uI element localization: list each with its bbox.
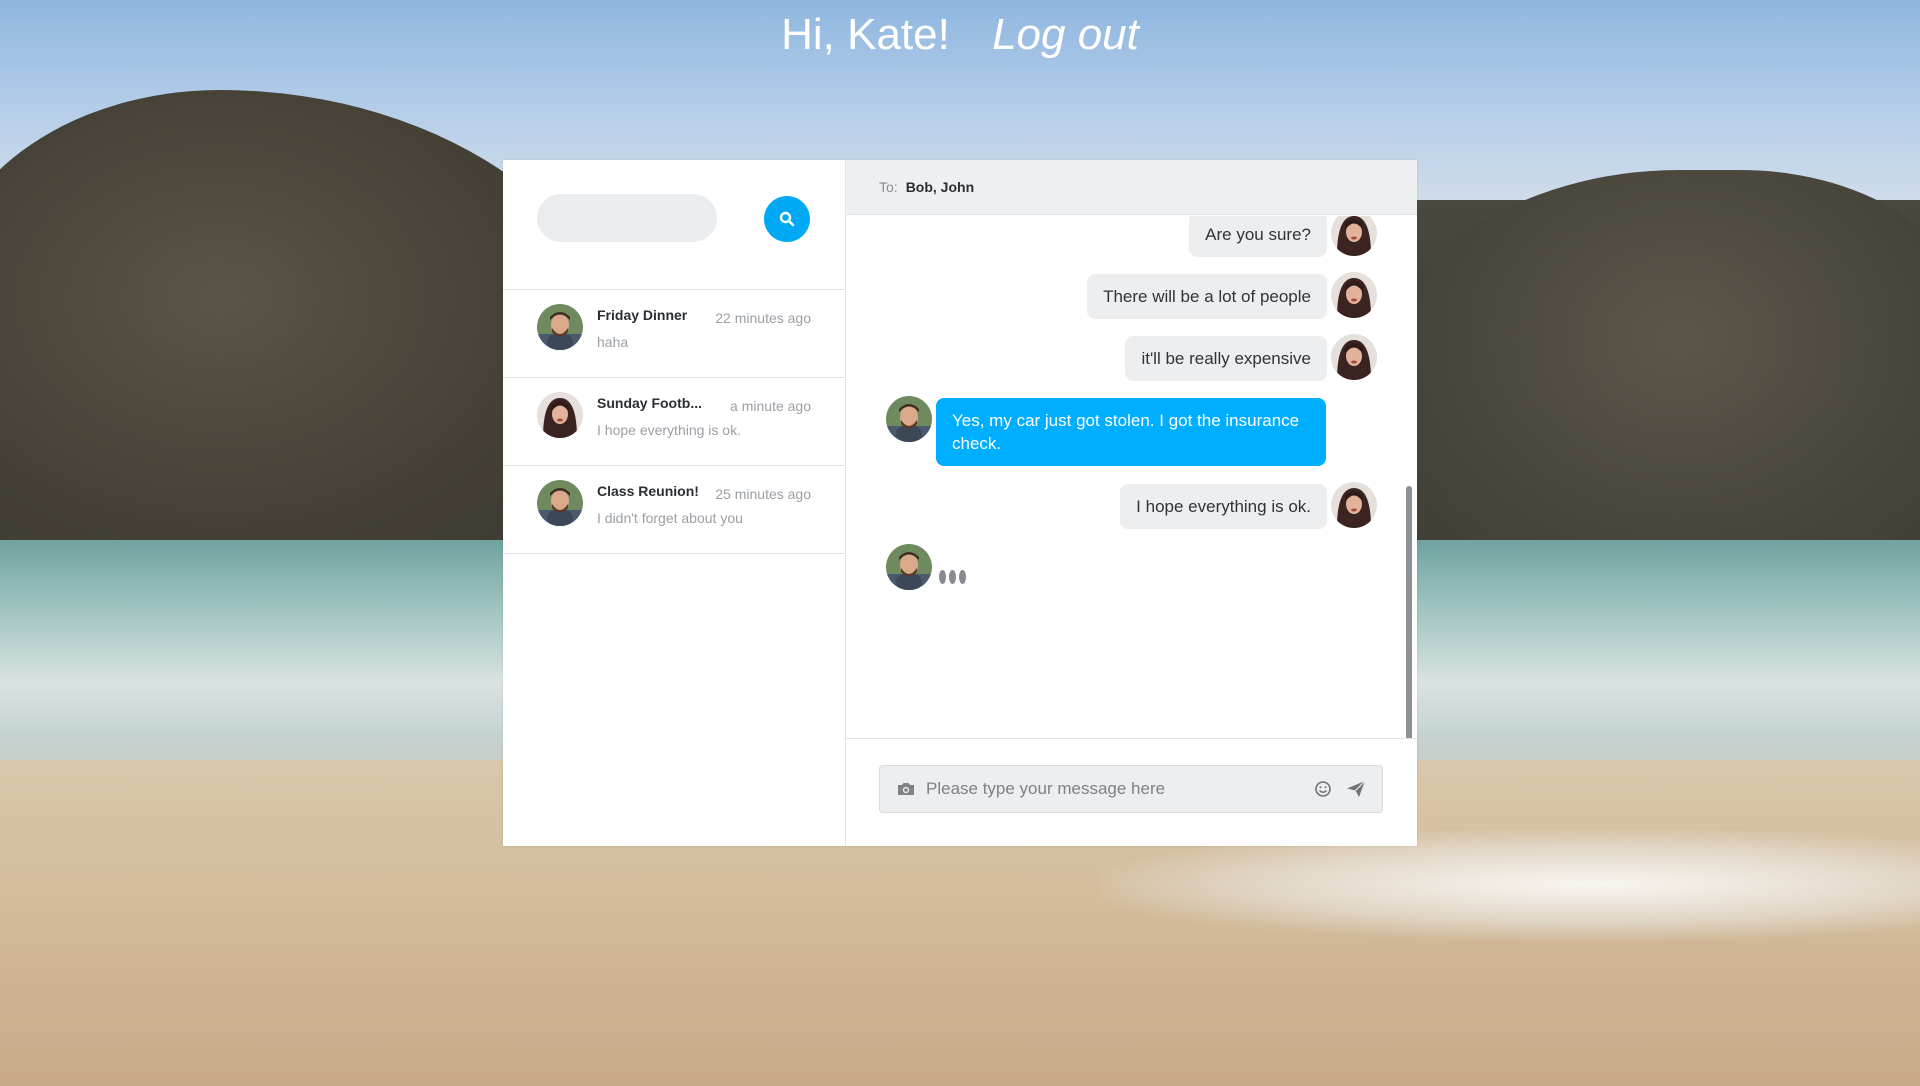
greeting-text: Hi, Kate! — [781, 10, 950, 59]
woman-avatar — [1331, 216, 1377, 256]
chat-window: Friday Dinner 22 minutes ago haha Sunday… — [503, 160, 1417, 846]
to-label: To: — [879, 179, 898, 195]
message-bubble: it'll be really expensive — [1125, 336, 1327, 381]
message-row: I hope everything is ok. — [1120, 484, 1377, 529]
message-row: There will be a lot of people — [1087, 274, 1377, 319]
message-bubble: Yes, my car just got stolen. I got the i… — [936, 398, 1326, 466]
conversation-time: 22 minutes ago — [715, 310, 811, 326]
conversation-item[interactable]: Friday Dinner 22 minutes ago haha — [503, 290, 845, 378]
message-list[interactable]: Are you sure? There will be a lot of peo… — [846, 216, 1417, 738]
conversation-item[interactable]: Sunday Footb... a minute ago I hope ever… — [503, 378, 845, 466]
woman-avatar — [1331, 482, 1377, 528]
conversation-preview: I didn't forget about you — [597, 510, 743, 526]
search-bar — [503, 160, 845, 290]
chat-panel: To: Bob, John Are you sure? There will b… — [846, 160, 1417, 846]
emoji-button[interactable] — [1314, 780, 1332, 798]
message-composer — [879, 765, 1383, 813]
conversation-name: Sunday Footb... — [597, 395, 702, 411]
message-row: Yes, my car just got stolen. I got the i… — [886, 398, 1326, 466]
woman-avatar — [1331, 334, 1377, 380]
conversation-preview: haha — [597, 334, 629, 350]
logout-link[interactable]: Log out — [992, 10, 1139, 60]
message-bubble: Are you sure? — [1189, 216, 1327, 257]
recipients-bar: To: Bob, John — [846, 160, 1417, 215]
woman-avatar — [1331, 272, 1377, 318]
typing-row — [886, 544, 932, 590]
send-icon — [1347, 780, 1366, 797]
message-row: it'll be really expensive — [1125, 336, 1377, 381]
conversation-name: Friday Dinner — [597, 307, 688, 323]
smiley-icon — [1315, 781, 1331, 797]
conversation-item[interactable]: Class Reunion! 25 minutes ago I didn't f… — [503, 466, 845, 554]
camera-icon — [898, 783, 914, 795]
send-button[interactable] — [1346, 780, 1366, 798]
man-avatar — [886, 544, 932, 590]
man-avatar — [537, 480, 583, 526]
man-avatar — [537, 304, 583, 350]
search-button[interactable] — [764, 196, 810, 242]
conversation-time: a minute ago — [730, 398, 811, 414]
woman-avatar — [537, 392, 583, 438]
conversation-preview: I hope everything is ok. — [597, 422, 741, 438]
search-input[interactable] — [537, 194, 717, 242]
conversation-time: 25 minutes ago — [715, 486, 811, 502]
scrollbar[interactable] — [1406, 486, 1412, 738]
message-bubble: I hope everything is ok. — [1120, 484, 1327, 529]
message-input[interactable] — [926, 779, 1314, 799]
header: Hi, Kate! Log out — [0, 10, 1920, 60]
recipients: Bob, John — [905, 179, 975, 195]
composer-divider — [846, 738, 1417, 739]
conversation-sidebar: Friday Dinner 22 minutes ago haha Sunday… — [503, 160, 846, 846]
typing-indicator — [939, 570, 966, 584]
search-icon — [779, 211, 795, 227]
message-bubble: There will be a lot of people — [1087, 274, 1327, 319]
message-row: Are you sure? — [1189, 216, 1377, 257]
man-avatar — [886, 396, 932, 442]
camera-button[interactable] — [896, 781, 916, 797]
conversation-name: Class Reunion! — [597, 483, 699, 499]
